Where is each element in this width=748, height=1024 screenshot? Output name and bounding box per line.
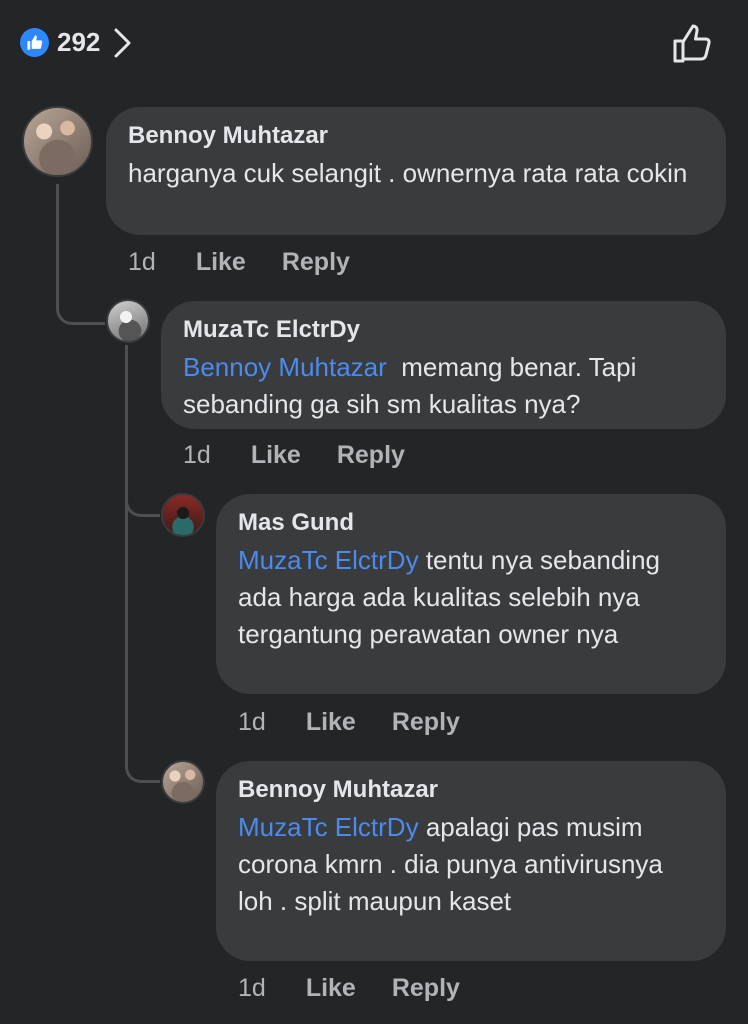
comment-bubble: Bennoy Muhtazar MuzaTc ElctrDy apalagi p… [216, 761, 726, 961]
comment-bubble: Bennoy Muhtazar harganya cuk selangit . … [106, 107, 726, 235]
chevron-right-icon[interactable] [112, 26, 134, 60]
reply-button[interactable]: Reply [392, 973, 460, 1003]
comment-actions: 1d Like Reply [238, 707, 460, 737]
comment-author[interactable]: Mas Gund [238, 508, 704, 538]
comment-author[interactable]: Bennoy Muhtazar [238, 775, 704, 805]
comment-bubble: MuzaTc ElctrDy Bennoy Muhtazar memang be… [161, 301, 726, 429]
comment-time[interactable]: 1d [238, 973, 266, 1003]
mention-link[interactable]: MuzaTc ElctrDy [238, 545, 419, 575]
comment-author[interactable]: MuzaTc ElctrDy [183, 315, 704, 345]
like-reaction-icon[interactable] [20, 28, 49, 57]
comment-text: harganya cuk selangit . ownernya rata ra… [128, 155, 704, 192]
avatar[interactable] [22, 106, 93, 177]
reply-button[interactable]: Reply [337, 440, 405, 470]
like-button[interactable]: Like [306, 973, 356, 1003]
comment-text: Bennoy Muhtazar memang benar. Tapi seban… [183, 349, 704, 423]
like-button[interactable]: Like [251, 440, 301, 470]
comment-bubble: Mas Gund MuzaTc ElctrDy tentu nya seband… [216, 494, 726, 694]
comment-time[interactable]: 1d [128, 247, 156, 277]
thread-line-level2-a [125, 345, 160, 517]
mention-link[interactable]: Bennoy Muhtazar [183, 352, 387, 382]
comment-author[interactable]: Bennoy Muhtazar [128, 121, 704, 151]
reaction-count[interactable]: 292 [57, 26, 100, 58]
reactions-header: 292 [0, 0, 748, 86]
thread-line-level2-b [125, 500, 160, 783]
like-button[interactable]: Like [196, 247, 246, 277]
comment-time[interactable]: 1d [183, 440, 211, 470]
avatar[interactable] [161, 760, 205, 804]
thread-line-level1 [56, 184, 105, 325]
comment-text: MuzaTc ElctrDy tentu nya sebanding ada h… [238, 542, 704, 653]
mention-link[interactable]: MuzaTc ElctrDy [238, 812, 419, 842]
avatar[interactable] [161, 493, 205, 537]
comment-actions: 1d Like Reply [128, 247, 350, 277]
reply-button[interactable]: Reply [282, 247, 350, 277]
comment-actions: 1d Like Reply [183, 440, 405, 470]
comment-text: MuzaTc ElctrDy apalagi pas musim corona … [238, 809, 704, 920]
like-outline-icon[interactable] [672, 24, 714, 64]
reply-button[interactable]: Reply [392, 707, 460, 737]
avatar[interactable] [106, 299, 150, 343]
comment-body: harganya cuk selangit . ownernya rata ra… [128, 158, 688, 188]
comment-actions: 1d Like Reply [238, 973, 460, 1003]
comment-time[interactable]: 1d [238, 707, 266, 737]
like-button[interactable]: Like [306, 707, 356, 737]
